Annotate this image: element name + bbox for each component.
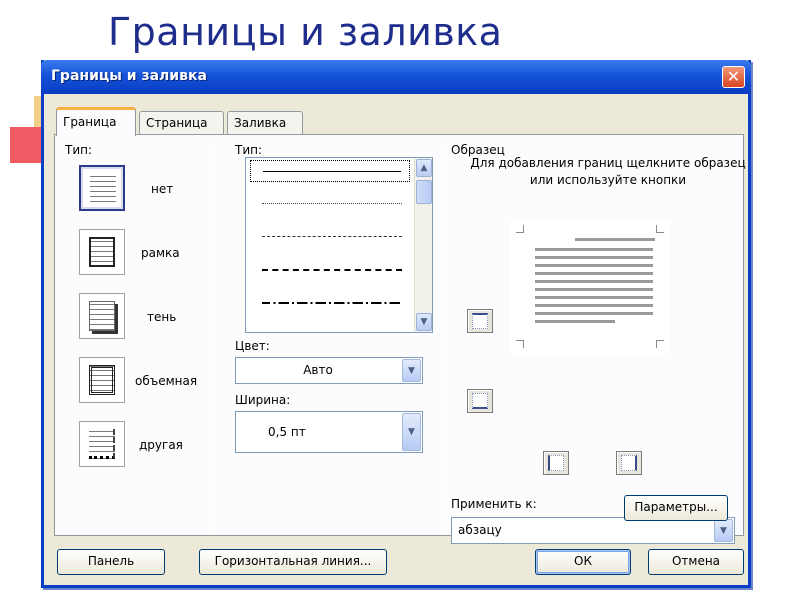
scroll-up-icon[interactable]: ▲ bbox=[416, 159, 432, 177]
dialog-title: Границы и заливка bbox=[51, 68, 207, 84]
dialog-titlebar[interactable]: Границы и заливка ✕ bbox=[41, 60, 751, 94]
horizontal-line-button[interactable]: Горизонтальная линия... bbox=[199, 549, 387, 575]
apply-to-value: абзацу bbox=[458, 523, 502, 537]
line-style-list[interactable]: ▲ ▼ bbox=[245, 157, 433, 333]
type-label: Тип: bbox=[65, 143, 93, 157]
divider bbox=[441, 141, 442, 529]
list-item-dash-dot[interactable] bbox=[250, 292, 410, 314]
border-shadow-icon bbox=[89, 301, 115, 331]
list-scrollbar[interactable]: ▲ ▼ bbox=[414, 158, 432, 332]
apply-to-label: Применить к: bbox=[451, 497, 537, 511]
list-item-dotted[interactable] bbox=[250, 193, 410, 215]
preset-shadow-button[interactable] bbox=[79, 293, 125, 339]
chevron-down-icon[interactable]: ▼ bbox=[402, 359, 421, 382]
divider bbox=[212, 141, 213, 529]
border-custom-icon bbox=[89, 429, 115, 459]
border-box-icon bbox=[89, 237, 115, 267]
scroll-down-icon[interactable]: ▼ bbox=[416, 313, 432, 331]
tab-panel-border: Тип: нет рамка тень объемная другая Тип: bbox=[54, 134, 746, 544]
line-style-label: Тип: bbox=[235, 143, 263, 157]
list-item-dashed-fine[interactable] bbox=[250, 226, 410, 248]
preview-note: Для добавления границ щелкните образец и… bbox=[470, 156, 746, 187]
border-right-icon bbox=[621, 455, 637, 471]
preset-3d-label: объемная bbox=[135, 374, 198, 388]
ok-button[interactable]: ОК bbox=[535, 549, 631, 575]
border-preview[interactable] bbox=[510, 219, 670, 354]
border-none-icon bbox=[90, 174, 116, 204]
borders-and-shading-dialog: Границы и заливка ✕ Граница Страница Зал… bbox=[41, 60, 751, 588]
tab-page[interactable]: Страница bbox=[139, 111, 224, 135]
preset-3d-button[interactable] bbox=[79, 357, 125, 403]
preview-text-line bbox=[535, 248, 653, 251]
preset-custom-button[interactable] bbox=[79, 421, 125, 467]
left-border-button[interactable] bbox=[543, 451, 569, 475]
width-value: 0,5 пт bbox=[268, 425, 306, 439]
border-left-icon bbox=[548, 455, 564, 471]
list-item-dashed[interactable] bbox=[250, 259, 410, 281]
list-item-solid[interactable] bbox=[250, 160, 410, 182]
slide-title: Границы и заливка bbox=[108, 10, 503, 54]
color-value: Авто bbox=[303, 363, 333, 377]
width-select[interactable]: 0,5 пт ▼ bbox=[235, 411, 423, 453]
width-label: Ширина: bbox=[235, 393, 291, 407]
cancel-button[interactable]: Отмена bbox=[648, 549, 744, 575]
border-3d-icon bbox=[89, 365, 115, 395]
preset-box-button[interactable] bbox=[79, 229, 125, 275]
preset-none-button[interactable] bbox=[79, 165, 125, 211]
preset-custom-label: другая bbox=[139, 438, 183, 452]
right-border-button[interactable] bbox=[616, 451, 642, 475]
tab-border[interactable]: Граница bbox=[56, 107, 136, 136]
chevron-down-icon[interactable]: ▼ bbox=[402, 413, 421, 451]
options-button[interactable]: Параметры... bbox=[624, 495, 728, 521]
apply-to-select[interactable]: абзацу ▼ bbox=[451, 517, 735, 544]
preset-shadow-label: тень bbox=[147, 310, 177, 324]
preview-text-line bbox=[575, 238, 655, 241]
border-bottom-icon bbox=[472, 393, 488, 409]
color-label: Цвет: bbox=[235, 339, 270, 353]
decorative-bar-red bbox=[10, 127, 44, 163]
panel-button[interactable]: Панель bbox=[57, 549, 165, 575]
scroll-thumb[interactable] bbox=[416, 180, 432, 204]
close-icon: ✕ bbox=[726, 67, 741, 86]
chevron-down-icon[interactable]: ▼ bbox=[714, 519, 733, 542]
tab-shading[interactable]: Заливка bbox=[227, 111, 303, 135]
bottom-border-button[interactable] bbox=[467, 389, 493, 413]
top-border-button[interactable] bbox=[467, 309, 493, 333]
preset-box-label: рамка bbox=[141, 246, 180, 260]
border-top-icon bbox=[472, 313, 488, 329]
color-select[interactable]: Авто ▼ bbox=[235, 357, 423, 384]
close-button[interactable]: ✕ bbox=[722, 66, 745, 88]
preset-none-label: нет bbox=[151, 182, 174, 196]
